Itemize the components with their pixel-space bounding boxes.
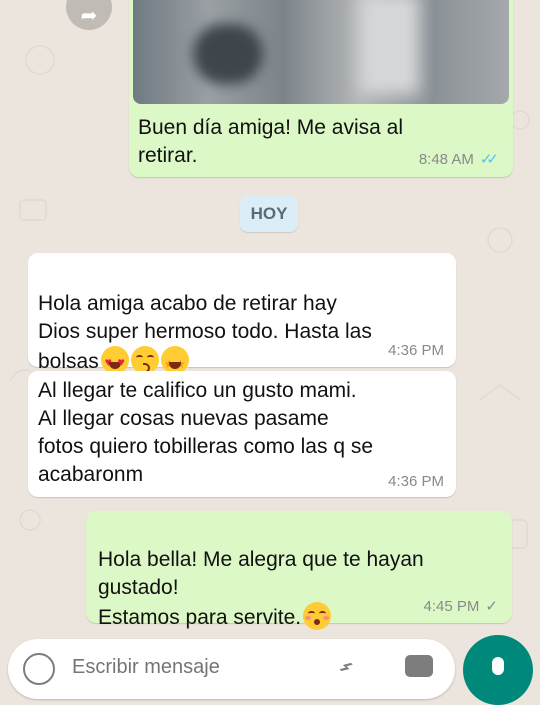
message-composer[interactable]: ⌁	[8, 639, 455, 699]
face-blowing-kiss-emoji: ♥	[130, 346, 162, 382]
message-text: Al llegar te califico un gusto mami. Al …	[38, 379, 374, 486]
attach-icon[interactable]: ⌁	[329, 650, 362, 683]
microphone-icon	[492, 657, 504, 675]
message-time: 4:36 PM	[388, 473, 444, 490]
single-check-icon: ✓	[485, 598, 498, 615]
message-time: 8:48 AM	[418, 150, 474, 168]
message-text: Buen día amiga! Me avisa al retirar.	[138, 116, 403, 167]
kissing-face-closed-eyes-emoji	[303, 602, 332, 630]
message-time: 4:45 PM	[423, 597, 480, 615]
message-time: 4:36 PM	[388, 342, 444, 359]
message-text: Hola amiga acabo de retirar hay Dios sup…	[38, 292, 372, 373]
emoji-icon[interactable]	[23, 653, 55, 685]
incoming-message[interactable]: Hola amiga acabo de retirar hay Dios sup…	[28, 253, 456, 382]
date-separator: HOY	[240, 196, 298, 232]
incoming-message[interactable]: Al llegar te califico un gusto mami. Al …	[28, 371, 456, 497]
voice-message-button[interactable]	[463, 635, 533, 705]
heart-eyes-emoji	[100, 346, 129, 376]
photo-thumbnail[interactable]	[133, 0, 509, 104]
camera-icon[interactable]	[405, 655, 433, 677]
double-check-read-icon: ✓✓	[479, 151, 499, 168]
forward-icon: ➦	[80, 4, 98, 27]
message-text: Hola bella! Me alegra que te hayan gusta…	[98, 548, 424, 629]
outgoing-image-message[interactable]: Buen día amiga! Me avisa al retirar. 8:4…	[129, 0, 513, 177]
star-struck-emoji: ★★	[160, 346, 189, 374]
outgoing-message[interactable]: Hola bella! Me alegra que te hayan gusta…	[86, 511, 512, 630]
message-input[interactable]	[70, 651, 324, 683]
